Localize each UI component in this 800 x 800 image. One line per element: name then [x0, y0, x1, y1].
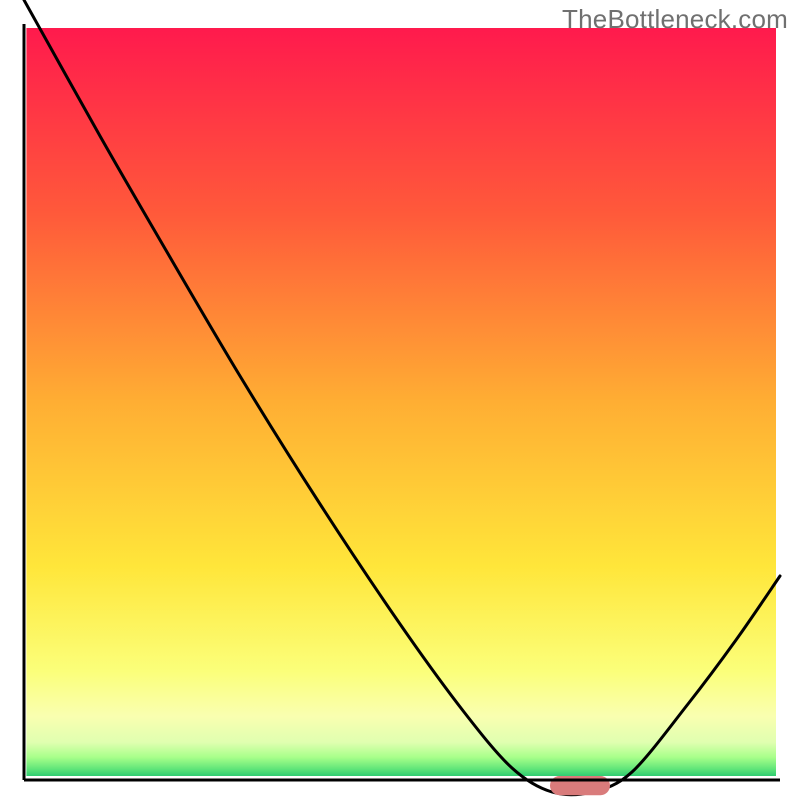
gradient-background: [26, 28, 776, 776]
chart-container: TheBottleneck.com: [0, 0, 800, 800]
watermark-label: TheBottleneck.com: [562, 4, 788, 35]
bottleneck-chart: [0, 0, 800, 800]
